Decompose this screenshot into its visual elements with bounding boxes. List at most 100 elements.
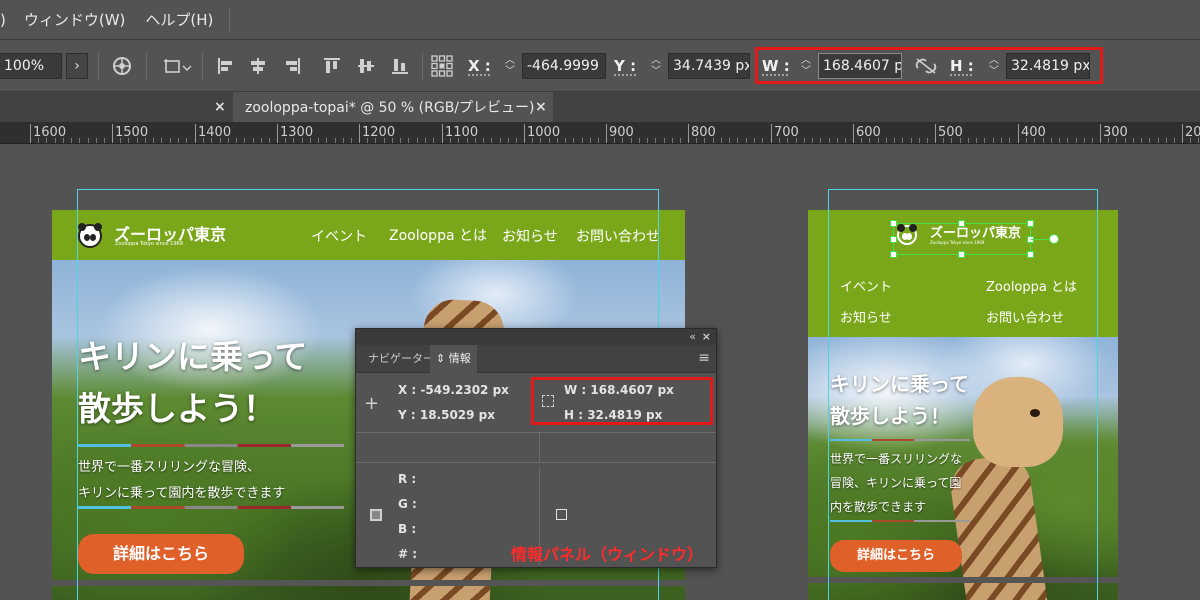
- ruler-minor-tick: [508, 138, 509, 143]
- nav-link-news-mobile[interactable]: お知らせ: [840, 307, 892, 326]
- close-icon[interactable]: ×: [702, 329, 711, 345]
- info-h: H : 32.4819 px: [564, 408, 663, 422]
- ruler-minor-tick: [1001, 138, 1002, 143]
- align-bottom-icon[interactable]: [388, 53, 412, 79]
- ruler-minor-tick: [713, 138, 714, 143]
- align-right-icon[interactable]: [280, 53, 304, 79]
- selection-handle[interactable]: [1027, 251, 1034, 258]
- nav-link-contact-mobile[interactable]: お問い合わせ: [986, 307, 1064, 326]
- horizontal-ruler[interactable]: 1600 1500 1400 1300 1200 1100 1000 900 800 700 600…: [0, 122, 1200, 144]
- y-label: Y :: [614, 57, 637, 75]
- selection-handle[interactable]: [958, 251, 965, 258]
- tab-info[interactable]: ⇕ 情報: [430, 345, 477, 373]
- collapse-icon[interactable]: «: [689, 329, 696, 345]
- panel-titlebar[interactable]: « ×: [356, 329, 716, 345]
- menu-item-partial[interactable]: ): [0, 11, 16, 29]
- tab-navigator[interactable]: ナビゲーター: [362, 345, 440, 373]
- transform-icon[interactable]: [160, 53, 194, 79]
- align-left-icon[interactable]: [214, 53, 238, 79]
- ruler-minor-tick: [458, 138, 459, 143]
- y-stepper-icon[interactable]: ︿ ﹀: [646, 53, 666, 79]
- ruler-minor-tick: [960, 138, 961, 143]
- ruler-minor-tick: [1133, 138, 1134, 143]
- selection-handle[interactable]: [890, 236, 897, 243]
- align-top-icon[interactable]: [320, 53, 344, 79]
- ruler-minor-tick: [153, 138, 154, 143]
- ruler-minor-tick: [796, 138, 797, 143]
- h-label: H :: [950, 57, 974, 75]
- rotate-handle[interactable]: [1049, 234, 1059, 244]
- nav-link-about-mobile[interactable]: Zooloppa とは: [986, 276, 1077, 295]
- separator: [98, 52, 99, 80]
- selection-handle[interactable]: [1027, 220, 1034, 227]
- details-button[interactable]: 詳細はこちら: [78, 534, 244, 574]
- panda-logo-icon: [78, 223, 102, 248]
- color-sample-icon: [370, 509, 382, 521]
- ruler-minor-tick: [655, 138, 656, 143]
- selection-handle[interactable]: [890, 220, 897, 227]
- zoom-next-button[interactable]: ›: [66, 53, 88, 79]
- ruler-minor-tick: [639, 138, 640, 143]
- tab-info-label: 情報: [448, 352, 471, 365]
- align-center-icon[interactable]: [246, 53, 270, 79]
- reference-point-icon[interactable]: [430, 53, 454, 79]
- ruler-minor-tick: [1158, 138, 1159, 143]
- ruler-minor-tick: [1059, 138, 1060, 143]
- ruler-minor-tick: [483, 138, 484, 143]
- nav-link-contact[interactable]: お問い合わせ: [576, 226, 660, 246]
- zoom-field[interactable]: 100%: [0, 53, 62, 79]
- close-icon[interactable]: ×: [214, 92, 226, 122]
- nav-link-event[interactable]: イベント: [311, 226, 367, 246]
- ruler-minor-tick: [1084, 138, 1085, 143]
- details-button-mobile[interactable]: 詳細はこちら: [830, 540, 962, 572]
- ruler-minor-tick: [680, 138, 681, 143]
- ruler-minor-tick: [293, 138, 294, 143]
- ruler-minor-tick: [779, 138, 780, 143]
- ruler-minor-tick: [614, 138, 615, 143]
- body-text-line2-mobile: 冒険、キリンに乗って園: [830, 476, 962, 490]
- menu-item-help[interactable]: ヘルプ(H): [137, 9, 225, 30]
- guide-line: [828, 189, 1098, 190]
- x-stepper-icon[interactable]: ︿ ﹀: [500, 53, 520, 79]
- giraffe-eye-image: [1030, 409, 1040, 417]
- ruler-minor-tick: [696, 138, 697, 143]
- nav-link-news[interactable]: お知らせ: [502, 226, 558, 246]
- info-hex: # :: [398, 547, 418, 561]
- info-b: B :: [398, 522, 417, 536]
- color-wheel-icon[interactable]: [110, 53, 134, 79]
- ruler-minor-tick: [186, 138, 187, 143]
- ruler-minor-tick: [1034, 138, 1035, 143]
- info-panel[interactable]: « × ナビゲーター ⇕ 情報 ≡ + X : -549.2302 px Y :…: [355, 328, 717, 568]
- selection-handle[interactable]: [890, 251, 897, 258]
- selection-handle[interactable]: [958, 220, 965, 227]
- w-input[interactable]: 168.4607 p: [818, 53, 902, 79]
- ruler-minor-tick: [450, 138, 451, 143]
- panel-menu-icon[interactable]: ≡: [698, 350, 710, 366]
- ruler-minor-tick: [96, 138, 97, 143]
- artboard-mobile[interactable]: ズーロッパ東京 Zooloppa Tokyo since 1969 イベント Z…: [808, 210, 1118, 600]
- ruler-minor-tick: [861, 138, 862, 143]
- control-bar: 100% › X : ︿ ﹀ -464.9999 Y : ︿ ﹀ 34.7439 p…: [0, 40, 1200, 92]
- align-middle-icon[interactable]: [354, 53, 378, 79]
- x-input[interactable]: -464.9999: [522, 53, 606, 79]
- ruler-major-tick: [1182, 124, 1183, 143]
- y-input[interactable]: 34.7439 px: [668, 53, 750, 79]
- link-proportions-icon[interactable]: [912, 53, 940, 79]
- w-stepper-icon[interactable]: ︿ ﹀: [796, 53, 816, 79]
- h-stepper-icon[interactable]: ︿ ﹀: [984, 53, 1004, 79]
- ruler-minor-tick: [161, 138, 162, 143]
- tab-zooloppa-topai[interactable]: zooloppa-topai* @ 50 % (RGB/プレビュー): [233, 92, 553, 122]
- ruler-minor-tick: [1026, 138, 1027, 143]
- info-panel-annotation: 情報パネル（ウィンドウ）: [511, 545, 704, 564]
- nav-link-event-mobile[interactable]: イベント: [840, 276, 892, 295]
- menu-item-window[interactable]: ウィンドウ(W): [16, 9, 138, 30]
- ruler-minor-tick: [433, 138, 434, 143]
- giraffe-head-image: [973, 377, 1063, 467]
- ruler-minor-tick: [911, 138, 912, 143]
- ruler-minor-tick: [1116, 138, 1117, 143]
- ruler-minor-tick: [269, 138, 270, 143]
- h-input[interactable]: 32.4819 px: [1006, 53, 1090, 79]
- nav-link-about[interactable]: Zooloppa とは: [389, 225, 487, 245]
- ruler-minor-tick: [128, 138, 129, 143]
- close-icon[interactable]: ×: [535, 92, 547, 122]
